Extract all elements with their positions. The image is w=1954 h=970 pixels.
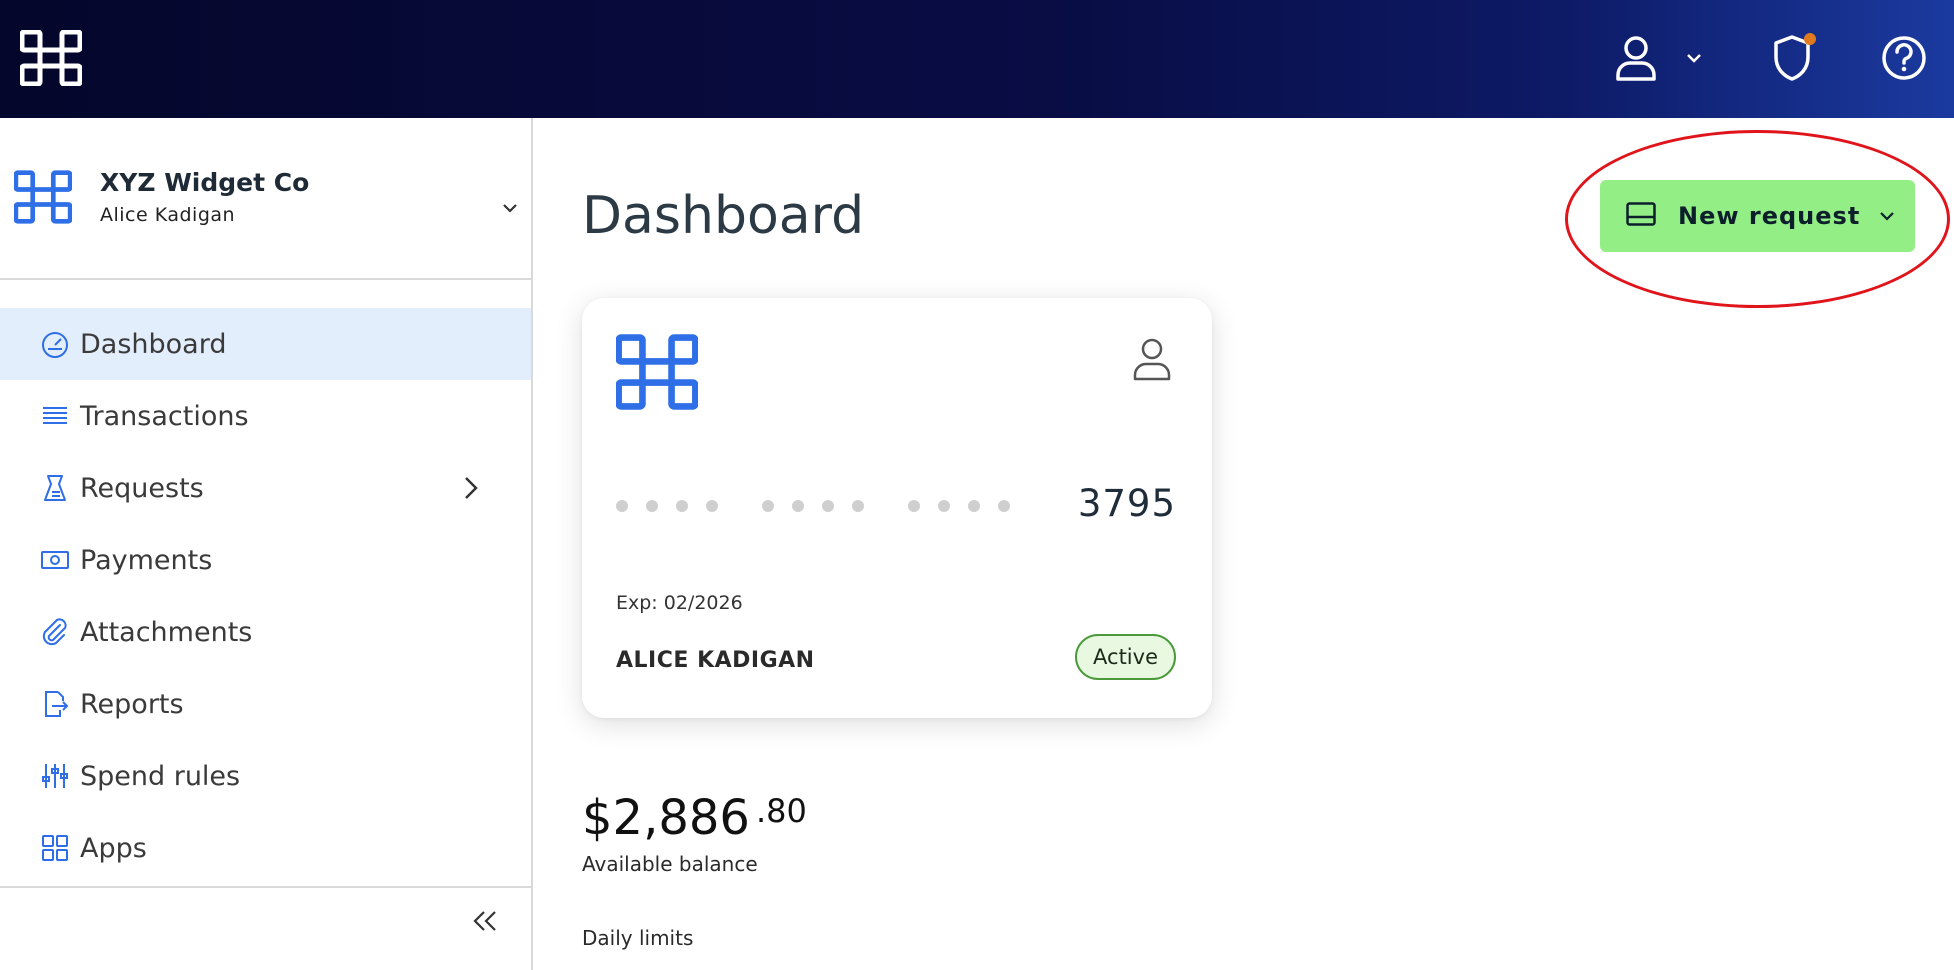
new-request-label: New request	[1678, 202, 1861, 230]
double-chevron-left-icon[interactable]	[468, 904, 502, 938]
grid-icon	[40, 833, 70, 863]
top-bar	[0, 0, 1954, 118]
balance-cents: .80	[755, 792, 807, 830]
paperclip-icon	[40, 617, 70, 647]
sidebar-item-label: Attachments	[80, 616, 253, 648]
notification-dot	[1804, 33, 1816, 45]
sidebar-item-apps[interactable]: Apps	[0, 812, 531, 884]
sidebar-item-label: Transactions	[80, 400, 249, 432]
card-brand-logo-icon	[615, 334, 699, 410]
sidebar: XYZ Widget Co Alice Kadigan Dashboard Tr…	[0, 118, 533, 970]
card-holder-name: ALICE KADIGAN	[616, 648, 815, 673]
main-content: Dashboard New request 3795 Exp: 02/2026 …	[535, 118, 1954, 970]
balance-dollars: $2,886	[582, 790, 750, 846]
sidebar-item-label: Dashboard	[80, 328, 227, 360]
help-icon[interactable]	[1880, 30, 1928, 86]
sidebar-item-label: Payments	[80, 544, 213, 576]
payment-card[interactable]: 3795 Exp: 02/2026 ALICE KADIGAN Active	[582, 298, 1212, 718]
sidebar-item-payments[interactable]: Payments	[0, 524, 531, 596]
export-icon	[40, 689, 70, 719]
org-name: XYZ Widget Co	[100, 168, 310, 197]
sidebar-item-label: Spend rules	[80, 760, 241, 792]
user-icon[interactable]	[1612, 30, 1660, 86]
sidebar-item-label: Reports	[80, 688, 184, 720]
org-switcher[interactable]: XYZ Widget Co Alice Kadigan	[0, 118, 531, 280]
page-title: Dashboard	[582, 186, 865, 246]
status-badge: Active	[1075, 634, 1176, 680]
gauge-icon	[40, 329, 70, 359]
requests-icon	[40, 473, 70, 503]
sidebar-item-reports[interactable]: Reports	[0, 668, 531, 740]
sidebar-item-label: Requests	[80, 472, 204, 504]
list-icon	[40, 401, 70, 431]
sliders-icon	[40, 761, 70, 791]
person-icon	[1130, 336, 1174, 382]
shield-icon[interactable]	[1770, 30, 1818, 86]
chevron-down-icon[interactable]	[500, 198, 520, 218]
new-request-button[interactable]: New request	[1600, 180, 1915, 252]
card-expiry: Exp: 02/2026	[616, 592, 743, 614]
chevron-right-icon[interactable]	[460, 474, 482, 502]
chevron-down-icon	[1878, 207, 1896, 225]
app-logo-icon[interactable]	[19, 29, 83, 87]
sidebar-item-dashboard[interactable]: Dashboard	[0, 308, 531, 380]
masked-card-number	[616, 500, 1010, 512]
sidebar-item-attachments[interactable]: Attachments	[0, 596, 531, 668]
available-balance: $2,886 .80	[582, 790, 807, 846]
money-icon	[40, 545, 70, 575]
sidebar-item-spend-rules[interactable]: Spend rules	[0, 740, 531, 812]
org-logo-icon	[13, 168, 73, 226]
sidebar-item-label: Apps	[80, 832, 147, 864]
sidebar-item-requests[interactable]: Requests	[0, 452, 531, 524]
sidebar-item-transactions[interactable]: Transactions	[0, 380, 531, 452]
daily-limits-heading: Daily limits	[582, 926, 694, 950]
card-icon	[1626, 202, 1656, 230]
org-user-name: Alice Kadigan	[100, 204, 236, 226]
balance-label: Available balance	[582, 852, 758, 876]
sidebar-nav: Dashboard Transactions Requests Payments	[0, 308, 531, 884]
user-menu-chevron-down-icon[interactable]	[1684, 48, 1704, 68]
divider	[0, 886, 531, 888]
card-last-four: 3795	[1077, 482, 1176, 525]
